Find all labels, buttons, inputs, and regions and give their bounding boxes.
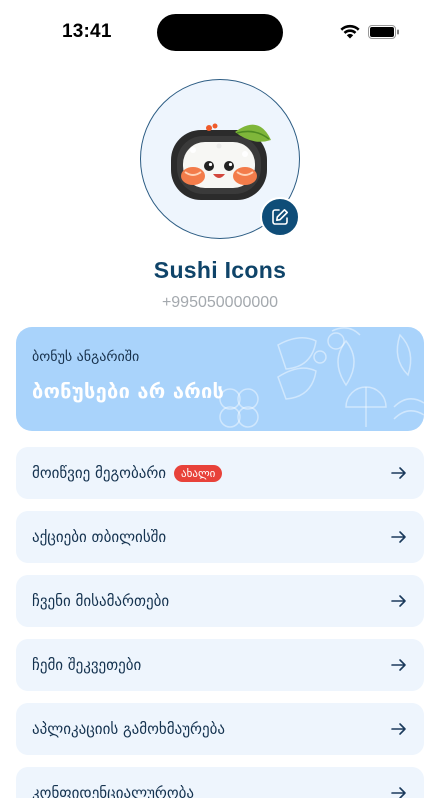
menu-item-app-feedback[interactable]: აპლიკაციის გამოხმაურება — [16, 703, 424, 755]
menu-item-promotions[interactable]: აქციები თბილისში — [16, 511, 424, 563]
bonus-account-card[interactable]: ბონუს ანგარიში ბონუსები არ არის — [16, 327, 424, 431]
menu-item-label: ჩემი შეკვეთები — [32, 656, 142, 674]
avatar[interactable] — [140, 79, 300, 239]
status-time: 13:41 — [62, 21, 112, 42]
new-badge: ახალი — [174, 464, 223, 482]
status-bar: 13:41 — [0, 0, 440, 64]
arrow-right-icon — [391, 723, 406, 735]
arrow-right-icon — [391, 787, 406, 798]
menu-item-privacy[interactable]: კონფიდენციალურობა — [16, 767, 424, 798]
arrow-right-icon — [391, 531, 406, 543]
menu-item-my-orders[interactable]: ჩემი შეკვეთები — [16, 639, 424, 691]
dynamic-island — [157, 14, 283, 51]
menu-item-label: აქციები თბილისში — [32, 528, 167, 546]
arrow-right-icon — [391, 595, 406, 607]
menu-item-label: მოიწვიე მეგობარი — [32, 464, 167, 482]
profile-phone: +995050000000 — [161, 294, 279, 311]
menu-item-addresses[interactable]: ჩვენი მისამართები — [16, 575, 424, 627]
bonus-value: ბონუსები არ არის — [32, 379, 225, 403]
menu-item-invite-friend[interactable]: მოიწვიე მეგობარი ახალი — [16, 447, 424, 499]
battery-icon — [368, 25, 399, 39]
menu-item-label: აპლიკაციის გამოხმაურება — [32, 720, 225, 738]
arrow-right-icon — [391, 659, 406, 671]
wifi-icon — [340, 24, 360, 39]
edit-avatar-button[interactable] — [260, 197, 300, 237]
edit-icon — [272, 209, 288, 225]
bonus-title: ბონუს ანგარიში — [32, 349, 140, 365]
sushi-roll-icon — [171, 123, 271, 200]
menu-item-label: კონფიდენციალურობა — [32, 784, 195, 798]
arrow-right-icon — [391, 467, 406, 479]
profile-name: Sushi Icons — [153, 257, 287, 283]
menu-item-label: ჩვენი მისამართები — [32, 592, 170, 610]
